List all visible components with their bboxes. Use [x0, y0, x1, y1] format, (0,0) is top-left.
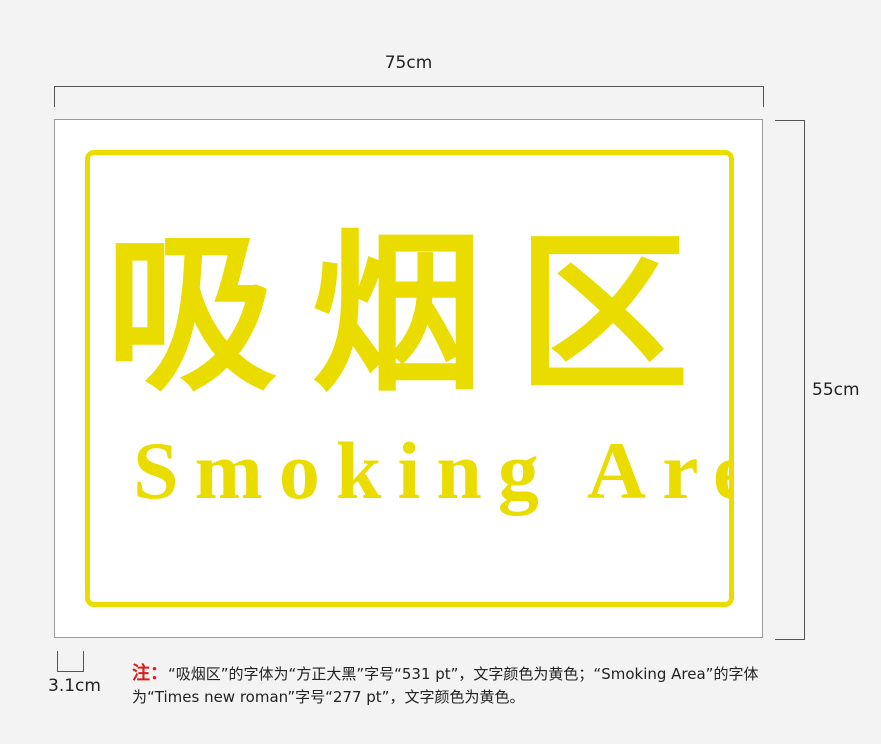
height-dimension-line	[775, 120, 805, 640]
height-dimension-label: 55cm	[812, 380, 860, 400]
margin-dimension-line	[57, 651, 84, 672]
spec-note: 注：“吸烟区”的字体为“方正大黑”字号“531 pt”，文字颜色为黄色；“Smo…	[132, 662, 772, 709]
margin-dimension-label: 3.1cm	[48, 676, 101, 696]
sign-board: 吸烟区 Smoking Area	[54, 119, 763, 638]
note-text: “吸烟区”的字体为“方正大黑”字号“531 pt”，文字颜色为黄色；“Smoki…	[132, 665, 759, 706]
sign-title-chinese: 吸烟区	[105, 220, 695, 410]
sign-title-english: Smoking Area	[133, 426, 733, 516]
note-label: 注：	[132, 663, 168, 684]
width-dimension-label: 75cm	[384, 53, 433, 73]
width-dimension-line	[54, 86, 764, 107]
